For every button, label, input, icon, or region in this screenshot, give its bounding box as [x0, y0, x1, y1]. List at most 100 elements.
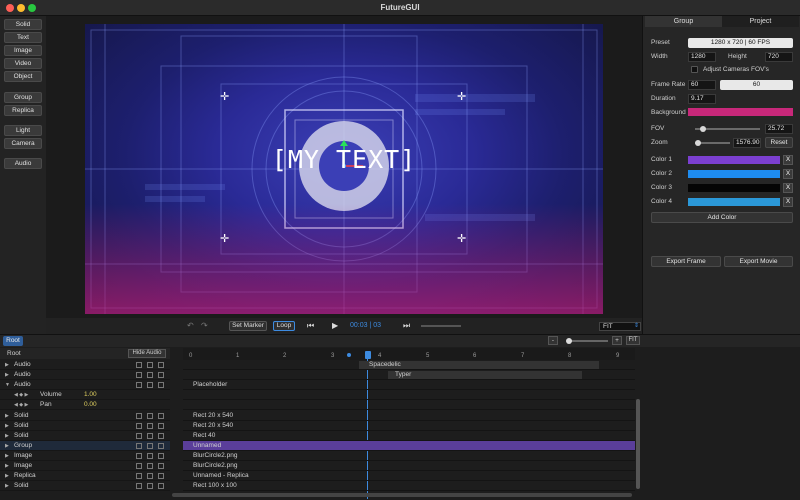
- lock-toggle[interactable]: [147, 473, 153, 479]
- zoom-out-button[interactable]: -: [548, 336, 558, 345]
- timeline-track[interactable]: Rect 20 x 540: [183, 411, 635, 421]
- edit-icon[interactable]: [158, 423, 164, 429]
- width-field[interactable]: 1280: [688, 52, 716, 62]
- remove-color-4-button[interactable]: X: [783, 197, 793, 207]
- skip-to-end-icon[interactable]: ⏭: [403, 321, 410, 331]
- edit-icon[interactable]: [158, 372, 164, 378]
- layer-row[interactable]: ▶ Image: [0, 451, 170, 461]
- add-video-button[interactable]: Video: [4, 58, 42, 69]
- add-object-button[interactable]: Object: [4, 71, 42, 82]
- edit-icon[interactable]: [158, 483, 164, 489]
- add-replica-button[interactable]: Replica: [4, 105, 42, 116]
- visibility-toggle[interactable]: [136, 382, 142, 388]
- tab-project[interactable]: Project: [722, 16, 799, 27]
- remove-color-3-button[interactable]: X: [783, 183, 793, 193]
- expand-icon[interactable]: ▶: [5, 370, 9, 380]
- expand-icon[interactable]: ▶: [5, 411, 9, 421]
- timeline-track[interactable]: Typer: [183, 370, 635, 380]
- expand-icon[interactable]: ▶: [5, 431, 9, 441]
- expand-icon[interactable]: ▶: [5, 461, 9, 471]
- layer-row[interactable]: ▶ Audio: [0, 360, 170, 370]
- color-4-swatch[interactable]: [688, 198, 780, 206]
- keyframe-nav-icon[interactable]: ◀ ◆ ▶: [14, 390, 28, 400]
- layer-row[interactable]: ▶ Audio: [0, 370, 170, 380]
- layer-row[interactable]: ▶ Solid: [0, 481, 170, 491]
- playhead-handle[interactable]: [365, 351, 371, 359]
- duration-field[interactable]: 9.17: [688, 94, 716, 104]
- reset-button[interactable]: Reset: [765, 137, 793, 148]
- expand-icon[interactable]: ▶: [5, 421, 9, 431]
- visibility-toggle[interactable]: [136, 473, 142, 479]
- timeline-track[interactable]: Placeholder: [183, 380, 635, 390]
- lock-toggle[interactable]: [147, 382, 153, 388]
- timeline-fit-button[interactable]: FIT: [626, 336, 640, 345]
- background-color-swatch[interactable]: [688, 108, 793, 116]
- timeline-track[interactable]: Rect 40: [183, 431, 635, 441]
- lock-toggle[interactable]: [147, 413, 153, 419]
- edit-icon[interactable]: [158, 433, 164, 439]
- lock-toggle[interactable]: [147, 463, 153, 469]
- add-image-button[interactable]: Image: [4, 45, 42, 56]
- lock-toggle[interactable]: [147, 483, 153, 489]
- expand-icon[interactable]: ▶: [5, 481, 9, 491]
- color-3-swatch[interactable]: [688, 184, 780, 192]
- pan-value[interactable]: 0.00: [84, 400, 97, 410]
- canvas-text[interactable]: [MY TEXT]: [85, 145, 603, 174]
- export-movie-button[interactable]: Export Movie: [724, 256, 793, 267]
- zoom-select[interactable]: FIT ⇕: [599, 322, 641, 331]
- collapse-icon[interactable]: ▼: [5, 380, 10, 390]
- set-marker-button[interactable]: Set Marker: [229, 321, 267, 331]
- visibility-toggle[interactable]: [136, 443, 142, 449]
- edit-icon[interactable]: [158, 463, 164, 469]
- horizontal-scrollbar[interactable]: [172, 493, 632, 497]
- marker-dot[interactable]: [347, 353, 351, 357]
- lock-toggle[interactable]: [147, 443, 153, 449]
- layer-row[interactable]: ▶ Solid: [0, 411, 170, 421]
- timeline-track-selected[interactable]: Unnamed: [183, 441, 635, 451]
- add-light-button[interactable]: Light: [4, 125, 42, 136]
- remove-color-2-button[interactable]: X: [783, 169, 793, 179]
- adjust-fov-checkbox[interactable]: [691, 66, 698, 73]
- edit-icon[interactable]: [158, 382, 164, 388]
- zoom-in-button[interactable]: +: [612, 336, 622, 345]
- add-audio-button[interactable]: Audio: [4, 158, 42, 169]
- tab-group[interactable]: Group: [645, 16, 722, 27]
- timeline-track[interactable]: BlurCircle2.png: [183, 451, 635, 461]
- timeline-zoom-slider[interactable]: [568, 340, 608, 342]
- layer-row[interactable]: ▼ Audio: [0, 380, 170, 390]
- timeline-zoom-knob[interactable]: [566, 338, 572, 344]
- fov-slider-knob[interactable]: [699, 126, 706, 132]
- redo-icon[interactable]: ↷: [201, 321, 208, 330]
- visibility-toggle[interactable]: [136, 463, 142, 469]
- undo-icon[interactable]: ↶: [187, 321, 194, 330]
- edit-icon[interactable]: [158, 473, 164, 479]
- timeline-track[interactable]: Unnamed - Replica: [183, 471, 635, 481]
- edit-icon[interactable]: [158, 443, 164, 449]
- visibility-toggle[interactable]: [136, 413, 142, 419]
- root-tab[interactable]: Root: [3, 336, 23, 346]
- visibility-toggle[interactable]: [136, 362, 142, 368]
- volume-value[interactable]: 1.00: [84, 390, 97, 400]
- add-text-button[interactable]: Text: [4, 32, 42, 43]
- visibility-toggle[interactable]: [136, 483, 142, 489]
- lock-toggle[interactable]: [147, 453, 153, 459]
- lock-toggle[interactable]: [147, 372, 153, 378]
- remove-color-1-button[interactable]: X: [783, 155, 793, 165]
- layer-row[interactable]: ▶ Solid: [0, 421, 170, 431]
- hide-audio-button[interactable]: Hide Audio: [128, 349, 166, 358]
- export-frame-button[interactable]: Export Frame: [651, 256, 721, 267]
- expand-icon[interactable]: ▶: [5, 441, 9, 451]
- layer-row[interactable]: ▶ Replica: [0, 471, 170, 481]
- zoom-slider-knob[interactable]: [694, 140, 701, 146]
- lock-toggle[interactable]: [147, 423, 153, 429]
- add-group-button[interactable]: Group: [4, 92, 42, 103]
- expand-icon[interactable]: ▶: [5, 360, 9, 370]
- height-field[interactable]: 720: [765, 52, 793, 62]
- timeline-track[interactable]: Rect 20 x 540: [183, 421, 635, 431]
- frame-rate-select[interactable]: 60: [720, 80, 793, 90]
- edit-icon[interactable]: [158, 362, 164, 368]
- add-solid-button[interactable]: Solid: [4, 19, 42, 30]
- color-1-swatch[interactable]: [688, 156, 780, 164]
- zoom-field[interactable]: 1576.90: [733, 138, 761, 148]
- visibility-toggle[interactable]: [136, 372, 142, 378]
